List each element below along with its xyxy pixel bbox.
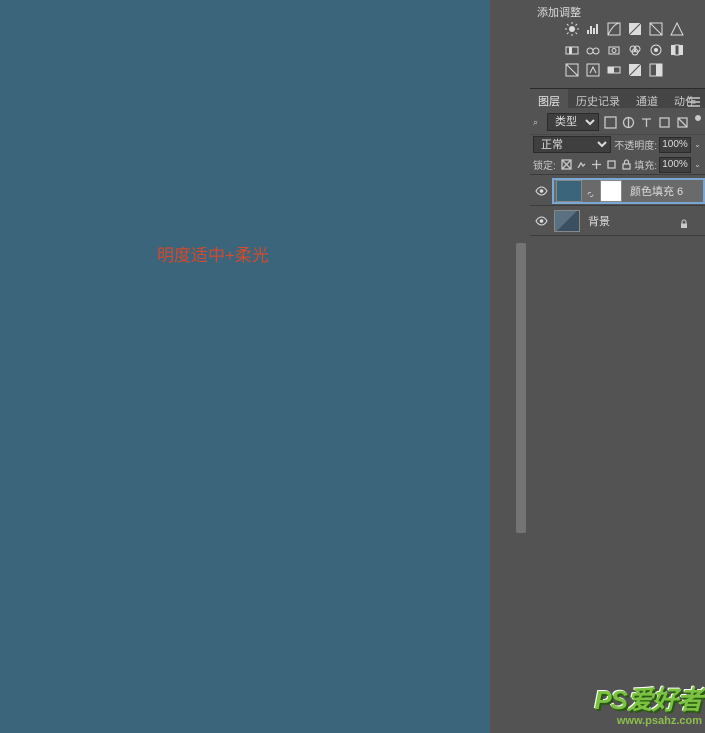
filter-toggle[interactable]	[695, 115, 701, 121]
tab-history[interactable]: 历史记录	[568, 89, 628, 108]
color-balance-icon[interactable]	[564, 43, 579, 57]
canvas[interactable]: 明度适中+柔光	[0, 0, 490, 733]
channel-mixer-icon[interactable]	[627, 43, 642, 57]
watermark-url: www.psahz.com	[617, 715, 702, 727]
lock-image-icon[interactable]	[576, 159, 588, 171]
adjustments-header: 添加调整	[530, 0, 705, 18]
layer-color-fill[interactable]: 颜色填充 6	[530, 176, 705, 206]
layer-thumbnail[interactable]	[556, 180, 582, 202]
levels-icon[interactable]	[585, 22, 600, 36]
selective-color-icon[interactable]	[627, 63, 642, 77]
blend-row: 正常 不透明度: ⌄	[530, 134, 705, 154]
watermark: PS爱好者 www.psahz.com	[594, 680, 702, 727]
gradient-icon[interactable]	[648, 63, 663, 77]
lock-transparency-icon[interactable]	[561, 159, 573, 171]
brightness-contrast-icon[interactable]	[564, 22, 579, 36]
visibility-toggle[interactable]	[530, 216, 552, 226]
hue-saturation-icon[interactable]	[669, 22, 684, 36]
layer-name[interactable]: 颜色填充 6	[630, 183, 683, 199]
filter-pixel-icon[interactable]	[603, 115, 617, 129]
filter-adjustment-icon[interactable]	[621, 115, 635, 129]
fill-label: 填充:	[634, 157, 657, 172]
layer-mask-thumbnail[interactable]	[600, 180, 622, 202]
filter-type-select[interactable]: 类型	[547, 113, 599, 131]
layers-list: 颜色填充 6 背景	[530, 176, 705, 236]
gradient-map-icon[interactable]	[606, 63, 621, 77]
exposure-icon[interactable]	[627, 22, 642, 36]
panel-tabs: 图层 历史记录 通道 动作	[530, 88, 705, 108]
fill-dropdown-icon[interactable]: ⌄	[693, 160, 702, 169]
black-white-icon[interactable]	[585, 43, 600, 57]
lock-label: 锁定:	[533, 157, 556, 172]
layer-background[interactable]: 背景	[530, 206, 705, 236]
filter-type-icon[interactable]	[639, 115, 653, 129]
search-icon: ⌕	[533, 117, 543, 128]
watermark-logo: PS爱好者	[594, 680, 702, 717]
link-icon	[586, 186, 596, 196]
photo-filter-icon[interactable]	[606, 43, 621, 57]
blend-mode-select[interactable]: 正常	[533, 136, 611, 153]
layer-thumbnail[interactable]	[554, 210, 580, 232]
tab-layers[interactable]: 图层	[530, 89, 568, 108]
color-lookup-icon[interactable]	[648, 43, 663, 57]
lock-all-icon[interactable]	[621, 159, 633, 171]
layer-filter-row: ⌕ 类型	[530, 111, 705, 133]
panel-menu-icon[interactable]	[688, 94, 700, 104]
fill-input[interactable]	[659, 157, 691, 173]
lock-row: 锁定: 填充: ⌄	[530, 155, 705, 175]
tab-channels[interactable]: 通道	[628, 89, 666, 108]
threshold-icon[interactable]	[585, 63, 600, 77]
scroll-thumb[interactable]	[516, 243, 526, 533]
opacity-dropdown-icon[interactable]: ⌄	[693, 140, 702, 149]
vibrance-icon[interactable]	[648, 22, 663, 36]
visibility-toggle[interactable]	[530, 186, 552, 196]
opacity-input[interactable]	[659, 137, 691, 153]
lock-artboard-icon[interactable]	[606, 159, 618, 171]
filter-smart-icon[interactable]	[675, 115, 689, 129]
filter-shape-icon[interactable]	[657, 115, 671, 129]
posterize-icon[interactable]	[564, 63, 579, 77]
invert-icon[interactable]	[669, 43, 684, 57]
lock-position-icon[interactable]	[591, 159, 603, 171]
opacity-label: 不透明度:	[614, 137, 657, 152]
canvas-annotation: 明度适中+柔光	[157, 241, 269, 266]
curves-icon[interactable]	[606, 22, 621, 36]
scroll-track	[490, 0, 517, 733]
layer-name[interactable]: 背景	[588, 213, 610, 229]
lock-icon	[679, 216, 689, 226]
